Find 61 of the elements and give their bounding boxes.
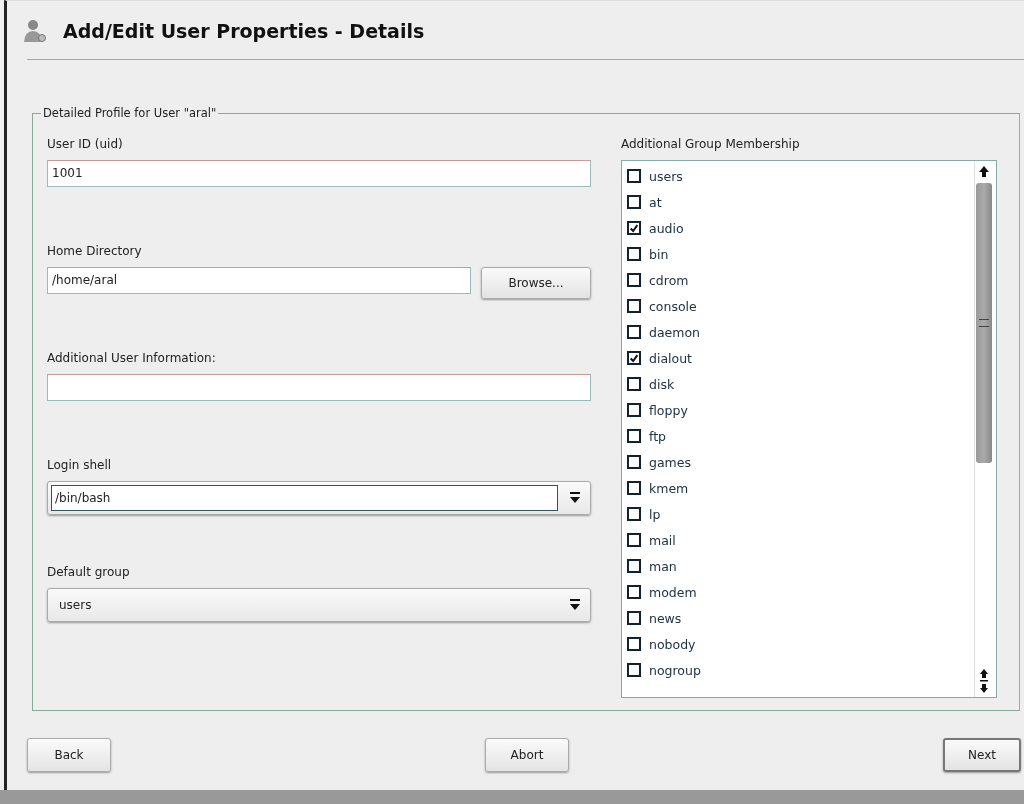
group-name[interactable]: lp (649, 506, 661, 522)
group-name[interactable]: nobody (649, 636, 696, 652)
group-name[interactable]: nogroup (649, 662, 701, 678)
group-name[interactable]: disk (649, 376, 675, 392)
group-name[interactable]: at (649, 194, 662, 210)
user-icon (23, 18, 47, 44)
checkbox[interactable] (627, 247, 641, 261)
scrollbar-thumb[interactable] (976, 183, 992, 463)
checkbox[interactable] (627, 455, 641, 469)
field-label: Additional User Information: (47, 351, 217, 365)
checkbox[interactable] (627, 429, 641, 443)
group-name[interactable]: kmem (649, 480, 689, 496)
checkbox[interactable] (627, 663, 641, 677)
checkbox[interactable] (627, 169, 641, 183)
group-name[interactable]: mail (649, 532, 676, 548)
checkbox[interactable] (627, 559, 641, 573)
checkbox[interactable] (627, 377, 641, 391)
field-label: Login shell (47, 458, 113, 472)
nav-button[interactable]: Next (943, 738, 1021, 772)
checkbox[interactable] (627, 507, 641, 521)
checkbox[interactable] (627, 481, 641, 495)
group-name[interactable]: bin (649, 246, 669, 262)
input-field[interactable]: /home/aral (47, 267, 471, 294)
checkbox[interactable] (627, 273, 641, 287)
group-name[interactable]: man (649, 558, 677, 574)
checkbox[interactable] (627, 299, 641, 313)
checkbox[interactable] (627, 195, 641, 209)
group-title: Detailed Profile for User "aral" (41, 106, 219, 120)
field-label: User ID (uid) (47, 137, 124, 151)
input-field[interactable]: 1001 (47, 160, 591, 187)
checkbox[interactable] (627, 585, 641, 599)
field-label: Home Directory (47, 244, 143, 258)
checkbox[interactable] (627, 351, 641, 365)
browse-button[interactable]: Browse... (481, 267, 591, 299)
group-name[interactable]: games (649, 454, 691, 470)
checkbox[interactable] (627, 611, 641, 625)
group-name[interactable]: dialout (649, 350, 692, 366)
group-name[interactable]: ftp (649, 428, 667, 444)
field-label: Default group (47, 565, 131, 579)
group-name[interactable]: floppy (649, 402, 688, 418)
group-name[interactable]: cdrom (649, 272, 689, 288)
field-label: Additional Group Membership (621, 137, 801, 151)
group-name[interactable]: console (649, 298, 697, 314)
window-title: Add/Edit User Properties - Details (63, 20, 425, 42)
nav-button[interactable]: Back (27, 738, 111, 772)
checkbox[interactable] (627, 403, 641, 417)
group-name[interactable]: daemon (649, 324, 701, 340)
checkbox[interactable] (627, 637, 641, 651)
input-field[interactable] (47, 374, 591, 401)
group-name[interactable]: users (649, 168, 683, 184)
combo-box[interactable]: users (47, 588, 591, 622)
dropdown-arrow-icon (570, 599, 580, 611)
combo-box[interactable]: /bin/bash (47, 481, 591, 515)
checkbox[interactable] (627, 325, 641, 339)
dropdown-arrow-icon (570, 492, 580, 504)
nav-button[interactable]: Abort (485, 738, 569, 772)
checkbox[interactable] (627, 533, 641, 547)
group-name[interactable]: news (649, 610, 682, 626)
checkbox[interactable] (627, 221, 641, 235)
group-name[interactable]: modem (649, 584, 697, 600)
group-name[interactable]: audio (649, 220, 684, 236)
